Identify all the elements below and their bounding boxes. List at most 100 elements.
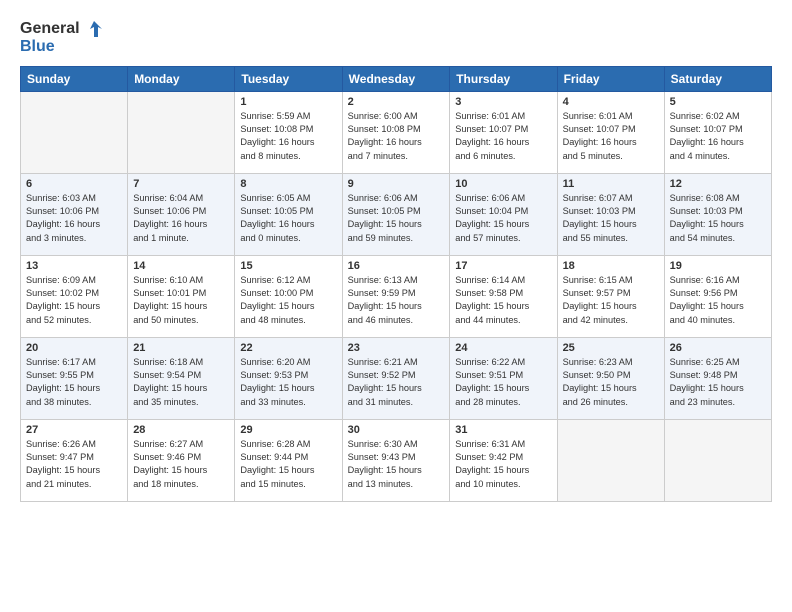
- table-cell: [21, 91, 128, 173]
- table-cell: 31 Sunrise: 6:31 AM Sunset: 9:42 PM Dayli…: [450, 419, 557, 501]
- day-number: 19: [670, 260, 766, 272]
- table-cell: 25Sunrise: 6:23 AM Sunset: 9:50 PM Dayli…: [557, 337, 664, 419]
- col-sunday: Sunday: [21, 66, 128, 91]
- day-number: 7: [133, 178, 229, 190]
- page: General Blue Sunday Monday Tuesday Wedne…: [0, 0, 792, 612]
- day-number: 17: [455, 260, 551, 272]
- calendar-table: Sunday Monday Tuesday Wednesday Thursday…: [20, 66, 772, 502]
- table-cell: 29Sunrise: 6:28 AM Sunset: 9:44 PM Dayli…: [235, 419, 342, 501]
- day-number: 21: [133, 342, 229, 354]
- table-cell: 5 Sunrise: 6:02 AM Sunset: 10:07 PM Dayli…: [664, 91, 771, 173]
- day-info: Sunrise: 6:03 AM Sunset: 10:06 PM Daylig…: [26, 192, 122, 245]
- day-number: 6: [26, 178, 122, 190]
- calendar-week-row: 13 Sunrise: 6:09 AM Sunset: 10:02 PM Dayl…: [21, 255, 772, 337]
- day-info: Sunrise: 6:02 AM Sunset: 10:07 PM Daylig…: [670, 110, 766, 163]
- day-number: 23: [348, 342, 445, 354]
- day-info: Sunrise: 6:18 AM Sunset: 9:54 PM Dayligh…: [133, 356, 229, 409]
- day-info: Sunrise: 6:08 AM Sunset: 10:03 PM Daylig…: [670, 192, 766, 245]
- calendar-week-row: 6 Sunrise: 6:03 AM Sunset: 10:06 PM Dayli…: [21, 173, 772, 255]
- table-cell: 16Sunrise: 6:13 AM Sunset: 9:59 PM Dayli…: [342, 255, 450, 337]
- day-number: 13: [26, 260, 122, 272]
- day-info: Sunrise: 6:14 AM Sunset: 9:58 PM Dayligh…: [455, 274, 551, 327]
- day-info: Sunrise: 6:10 AM Sunset: 10:01 PM Daylig…: [133, 274, 229, 327]
- table-cell: 14Sunrise: 6:10 AM Sunset: 10:01 PM Dayl…: [128, 255, 235, 337]
- table-cell: 10Sunrise: 6:06 AM Sunset: 10:04 PM Dayl…: [450, 173, 557, 255]
- header: General Blue: [20, 18, 772, 56]
- col-friday: Friday: [557, 66, 664, 91]
- table-cell: 4 Sunrise: 6:01 AM Sunset: 10:07 PM Dayli…: [557, 91, 664, 173]
- table-cell: 21 Sunrise: 6:18 AM Sunset: 9:54 PM Dayli…: [128, 337, 235, 419]
- day-info: Sunrise: 6:20 AM Sunset: 9:53 PM Dayligh…: [240, 356, 336, 409]
- day-info: Sunrise: 6:09 AM Sunset: 10:02 PM Daylig…: [26, 274, 122, 327]
- table-cell: 13 Sunrise: 6:09 AM Sunset: 10:02 PM Dayl…: [21, 255, 128, 337]
- logo-blue: Blue: [20, 38, 102, 56]
- day-info: Sunrise: 6:22 AM Sunset: 9:51 PM Dayligh…: [455, 356, 551, 409]
- table-cell: 19 Sunrise: 6:16 AM Sunset: 9:56 PM Dayli…: [664, 255, 771, 337]
- table-cell: 1 Sunrise: 5:59 AM Sunset: 10:08 PM Dayli…: [235, 91, 342, 173]
- day-number: 20: [26, 342, 122, 354]
- col-wednesday: Wednesday: [342, 66, 450, 91]
- day-number: 29: [240, 424, 336, 436]
- table-cell: 8Sunrise: 6:05 AM Sunset: 10:05 PM Dayli…: [235, 173, 342, 255]
- day-number: 15: [240, 260, 336, 272]
- day-info: Sunrise: 6:26 AM Sunset: 9:47 PM Dayligh…: [26, 438, 122, 491]
- table-cell: [664, 419, 771, 501]
- calendar-week-row: 27 Sunrise: 6:26 AM Sunset: 9:47 PM Dayli…: [21, 419, 772, 501]
- table-cell: 20 Sunrise: 6:17 AM Sunset: 9:55 PM Dayli…: [21, 337, 128, 419]
- table-cell: 18 Sunrise: 6:15 AM Sunset: 9:57 PM Dayli…: [557, 255, 664, 337]
- day-number: 27: [26, 424, 122, 436]
- col-saturday: Saturday: [664, 66, 771, 91]
- logo: General Blue: [20, 18, 102, 56]
- day-number: 8: [240, 178, 336, 190]
- day-info: Sunrise: 6:15 AM Sunset: 9:57 PM Dayligh…: [563, 274, 659, 327]
- day-number: 4: [563, 96, 659, 108]
- day-number: 1: [240, 96, 336, 108]
- table-cell: 24 Sunrise: 6:22 AM Sunset: 9:51 PM Dayli…: [450, 337, 557, 419]
- day-info: Sunrise: 5:59 AM Sunset: 10:08 PM Daylig…: [240, 110, 336, 163]
- day-info: Sunrise: 6:12 AM Sunset: 10:00 PM Daylig…: [240, 274, 336, 327]
- table-cell: 12 Sunrise: 6:08 AM Sunset: 10:03 PM Dayl…: [664, 173, 771, 255]
- table-cell: [557, 419, 664, 501]
- day-number: 3: [455, 96, 551, 108]
- day-number: 31: [455, 424, 551, 436]
- table-cell: 22 Sunrise: 6:20 AM Sunset: 9:53 PM Dayli…: [235, 337, 342, 419]
- header-row: Sunday Monday Tuesday Wednesday Thursday…: [21, 66, 772, 91]
- table-cell: 17 Sunrise: 6:14 AM Sunset: 9:58 PM Dayli…: [450, 255, 557, 337]
- table-cell: 15 Sunrise: 6:12 AM Sunset: 10:00 PM Dayl…: [235, 255, 342, 337]
- table-cell: 11 Sunrise: 6:07 AM Sunset: 10:03 PM Dayl…: [557, 173, 664, 255]
- day-number: 2: [348, 96, 445, 108]
- day-number: 22: [240, 342, 336, 354]
- day-number: 10: [455, 178, 551, 190]
- day-info: Sunrise: 6:27 AM Sunset: 9:46 PM Dayligh…: [133, 438, 229, 491]
- col-thursday: Thursday: [450, 66, 557, 91]
- day-info: Sunrise: 6:01 AM Sunset: 10:07 PM Daylig…: [563, 110, 659, 163]
- day-number: 30: [348, 424, 445, 436]
- day-info: Sunrise: 6:16 AM Sunset: 9:56 PM Dayligh…: [670, 274, 766, 327]
- table-cell: 28 Sunrise: 6:27 AM Sunset: 9:46 PM Dayli…: [128, 419, 235, 501]
- table-cell: 23 Sunrise: 6:21 AM Sunset: 9:52 PM Dayli…: [342, 337, 450, 419]
- day-number: 28: [133, 424, 229, 436]
- logo-general: General: [20, 20, 80, 38]
- table-cell: 6 Sunrise: 6:03 AM Sunset: 10:06 PM Dayli…: [21, 173, 128, 255]
- day-info: Sunrise: 6:07 AM Sunset: 10:03 PM Daylig…: [563, 192, 659, 245]
- day-info: Sunrise: 6:30 AM Sunset: 9:43 PM Dayligh…: [348, 438, 445, 491]
- day-number: 9: [348, 178, 445, 190]
- day-info: Sunrise: 6:13 AM Sunset: 9:59 PM Dayligh…: [348, 274, 445, 327]
- day-info: Sunrise: 6:00 AM Sunset: 10:08 PM Daylig…: [348, 110, 445, 163]
- day-number: 11: [563, 178, 659, 190]
- day-info: Sunrise: 6:31 AM Sunset: 9:42 PM Dayligh…: [455, 438, 551, 491]
- table-cell: 7Sunrise: 6:04 AM Sunset: 10:06 PM Dayli…: [128, 173, 235, 255]
- table-cell: 30 Sunrise: 6:30 AM Sunset: 9:43 PM Dayli…: [342, 419, 450, 501]
- day-number: 24: [455, 342, 551, 354]
- day-number: 5: [670, 96, 766, 108]
- day-info: Sunrise: 6:17 AM Sunset: 9:55 PM Dayligh…: [26, 356, 122, 409]
- day-info: Sunrise: 6:25 AM Sunset: 9:48 PM Dayligh…: [670, 356, 766, 409]
- day-info: Sunrise: 6:21 AM Sunset: 9:52 PM Dayligh…: [348, 356, 445, 409]
- table-cell: 27 Sunrise: 6:26 AM Sunset: 9:47 PM Dayli…: [21, 419, 128, 501]
- col-tuesday: Tuesday: [235, 66, 342, 91]
- day-number: 12: [670, 178, 766, 190]
- day-number: 18: [563, 260, 659, 272]
- table-cell: 3Sunrise: 6:01 AM Sunset: 10:07 PM Dayli…: [450, 91, 557, 173]
- table-cell: 26Sunrise: 6:25 AM Sunset: 9:48 PM Dayli…: [664, 337, 771, 419]
- calendar-week-row: 20 Sunrise: 6:17 AM Sunset: 9:55 PM Dayli…: [21, 337, 772, 419]
